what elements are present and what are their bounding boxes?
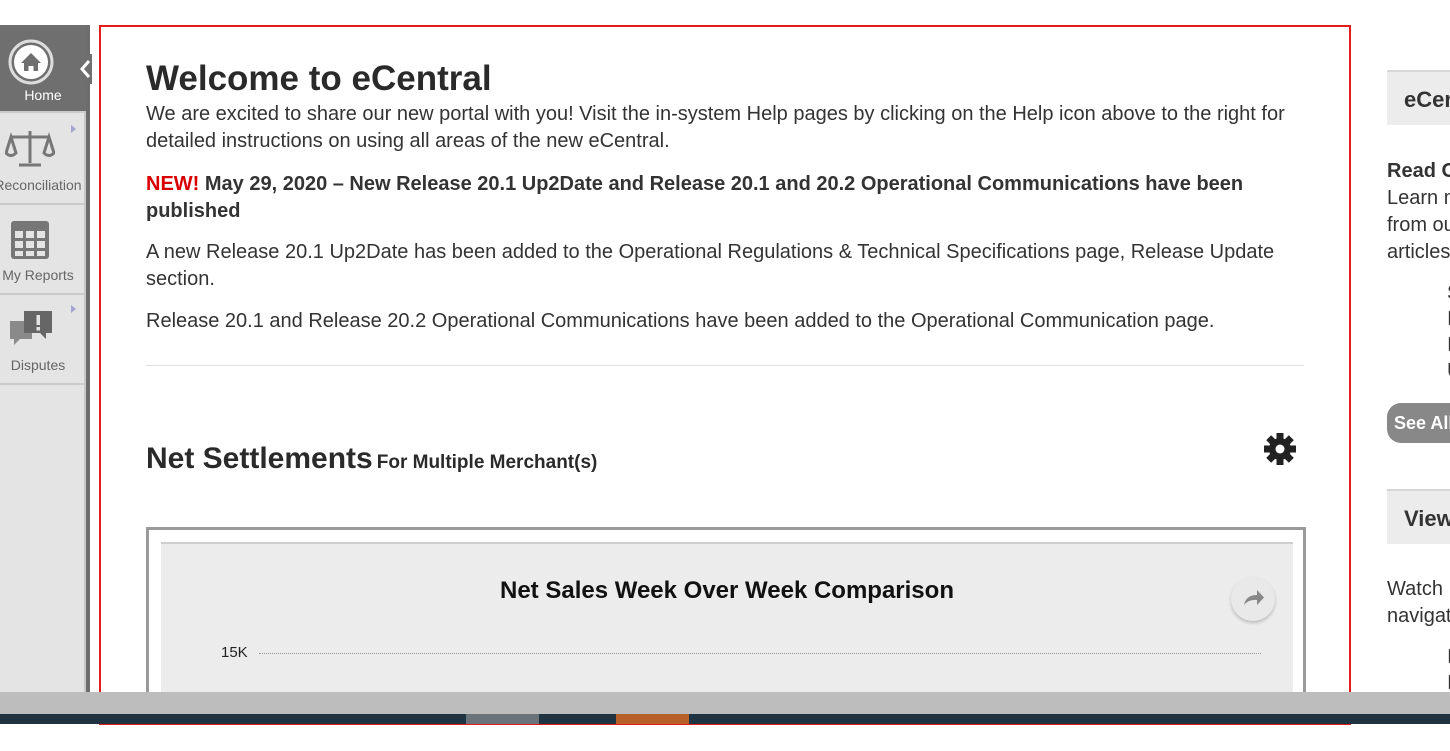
gridline (259, 653, 1261, 654)
news-paragraph: A new Release 20.1 Up2Date has been adde… (146, 241, 1275, 290)
view-panel-heading: View (1387, 489, 1450, 544)
news-paragraph: Release 20.1 and Release 20.2 Operationa… (146, 310, 1215, 332)
sidebar-item-my-reports[interactable]: My Reports (0, 205, 86, 295)
grid-icon (11, 221, 49, 259)
see-all-button[interactable]: See All (1387, 403, 1450, 443)
intro-text: We are excited to share our new portal w… (146, 103, 1285, 152)
expand-caret-icon (71, 125, 76, 133)
sidebar-item-label: Home (24, 87, 62, 103)
divider (146, 365, 1304, 366)
read-heading: Read Our (1387, 160, 1450, 182)
read-text-line: articles (1387, 241, 1450, 263)
footer-segment (466, 714, 539, 724)
sidebar-item-home[interactable]: Home (0, 25, 86, 113)
news-headline: NEW! May 29, 2020 – New Release 20.1 Up2… (146, 171, 1306, 225)
y-tick-label: 15K (221, 644, 248, 661)
expand-caret-icon (71, 305, 76, 313)
footer-segment-active (616, 714, 689, 724)
page-title: Welcome to eCentral (146, 59, 492, 98)
home-icon (8, 39, 54, 85)
gear-icon[interactable] (1262, 431, 1298, 467)
chart-title: Net Sales Week Over Week Comparison (500, 577, 954, 604)
collapse-sidebar-icon[interactable] (76, 54, 92, 84)
net-settlements-subtitle: For Multiple Merchant(s) (376, 452, 598, 473)
sidebar-item-label: My Reports (2, 267, 74, 283)
footer-bar (0, 714, 1450, 724)
watch-text-line: navigate (1387, 605, 1450, 627)
horizontal-scrollbar[interactable] (0, 692, 1450, 714)
sidebar-divider (86, 25, 90, 695)
chat-alert-icon (10, 311, 52, 345)
news-headline-text: May 29, 2020 – New Release 20.1 Up2Date … (146, 173, 1244, 222)
share-arrow-icon (1244, 590, 1264, 605)
read-text-line: Learn more (1387, 187, 1450, 209)
net-settlements-heading: Net Settlements (146, 442, 373, 475)
sidebar-item-disputes[interactable]: Disputes (0, 295, 86, 385)
scales-icon (5, 131, 55, 167)
read-text-line: from our (1387, 214, 1450, 236)
sidebar-item-reconciliation[interactable]: Reconciliation (0, 115, 86, 205)
news-panel-heading: eCentral News (1387, 70, 1450, 125)
welcome-panel: Welcome to eCentral We are excited to sh… (99, 25, 1351, 725)
net-settlements-title: Net Settlements For Multiple Merchant(s) (146, 442, 597, 476)
share-button[interactable] (1231, 577, 1275, 621)
sidebar-item-label: Reconciliation (0, 177, 82, 193)
right-info-panel: eCentral News Read Our Learn more from o… (1387, 0, 1450, 695)
watch-text-line: Watch (1387, 578, 1443, 600)
sidebar-item-label: Disputes (10, 357, 66, 373)
new-badge: NEW! (146, 173, 200, 195)
